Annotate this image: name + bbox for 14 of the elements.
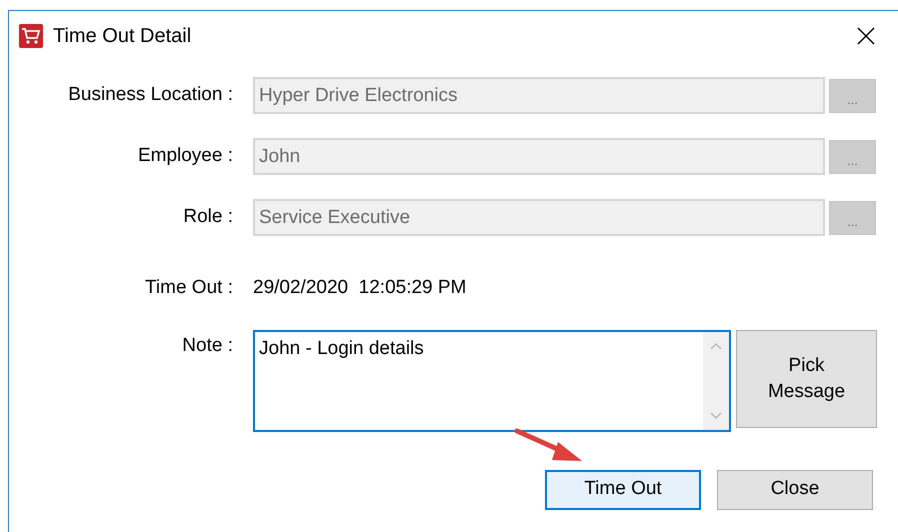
close-button[interactable]: Close	[717, 470, 873, 510]
field-label: Business Location :	[67, 83, 233, 108]
field-label: Employee :	[136, 144, 233, 168]
field-label: Role :	[182, 205, 233, 230]
time-out-value: 29/02/2020 12:05:29 PM	[253, 276, 466, 300]
scroll-down-icon[interactable]	[710, 412, 722, 420]
window-title: Time Out Detail	[53, 24, 192, 49]
time-out-button[interactable]: Time Out	[545, 470, 701, 510]
annotation-arrow	[514, 428, 584, 464]
cart-icon	[19, 24, 43, 48]
scroll-up-icon[interactable]	[710, 342, 722, 350]
field-label: Note :	[181, 334, 233, 358]
pick-message-button[interactable]: Pick Message	[736, 330, 877, 428]
field-label: Time Out :	[144, 276, 233, 300]
